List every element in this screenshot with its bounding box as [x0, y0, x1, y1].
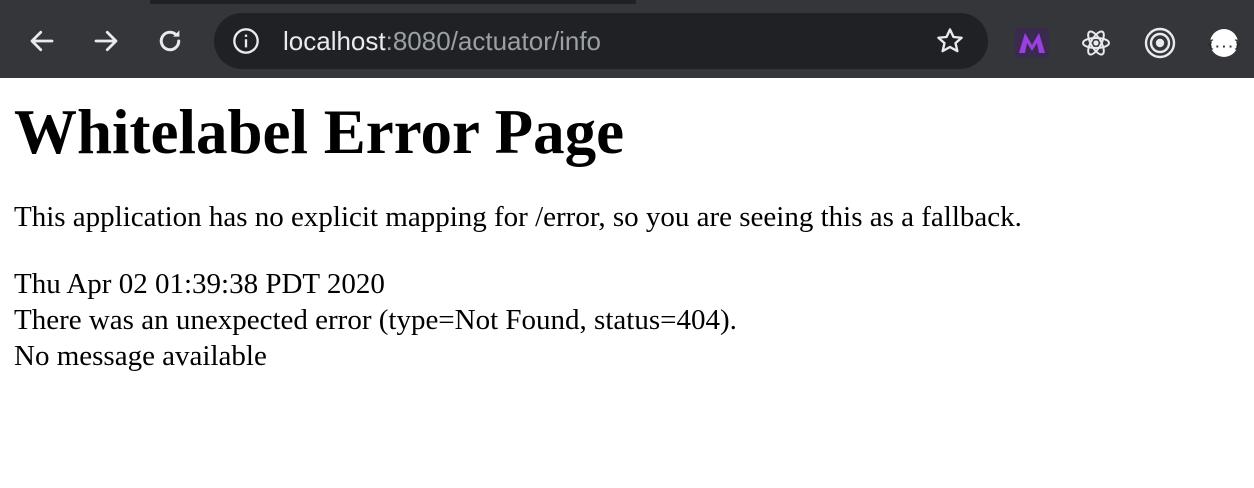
url-path: :8080/actuator/info — [385, 26, 602, 56]
extension-m[interactable] — [1014, 25, 1050, 61]
error-message: No message available — [14, 340, 267, 372]
info-circle-icon — [233, 28, 259, 54]
url-host: localhost — [283, 26, 386, 56]
extension-target[interactable] — [1142, 25, 1178, 61]
back-button[interactable] — [22, 21, 62, 61]
json-braces-icon: {...} — [1208, 29, 1240, 57]
m-logo-icon — [1015, 28, 1049, 58]
extension-react-devtools[interactable] — [1078, 25, 1114, 61]
svg-text:{...}: {...} — [1208, 38, 1240, 51]
error-details: Thu Apr 02 01:39:38 PDT 2020 There was a… — [14, 266, 1234, 374]
tab-edge — [636, 0, 1254, 4]
url-text[interactable]: localhost:8080/actuator/info — [283, 26, 601, 56]
forward-button[interactable] — [86, 21, 126, 61]
react-atom-icon — [1082, 30, 1110, 56]
target-rings-icon — [1144, 27, 1176, 59]
browser-toolbar: localhost:8080/actuator/info {...} — [0, 0, 1254, 78]
error-description: This application has no explicit mapping… — [14, 201, 1022, 233]
extension-json-viewer[interactable]: {...} — [1206, 25, 1242, 61]
arrow-right-icon — [94, 30, 118, 52]
star-icon — [937, 28, 963, 53]
error-page: Whitelabel Error Page This application h… — [14, 78, 1234, 374]
error-status-line: There was an unexpected error (type=Not … — [14, 304, 737, 336]
arrow-left-icon — [30, 30, 54, 52]
reload-icon — [159, 30, 181, 52]
tab-edge — [0, 0, 150, 4]
site-info-button[interactable] — [232, 27, 260, 55]
page-title: Whitelabel Error Page — [14, 97, 625, 167]
address-bar[interactable]: localhost:8080/actuator/info — [214, 13, 988, 69]
error-timestamp: Thu Apr 02 01:39:38 PDT 2020 — [14, 268, 385, 300]
reload-button[interactable] — [150, 21, 190, 61]
bookmark-button[interactable] — [934, 25, 966, 57]
